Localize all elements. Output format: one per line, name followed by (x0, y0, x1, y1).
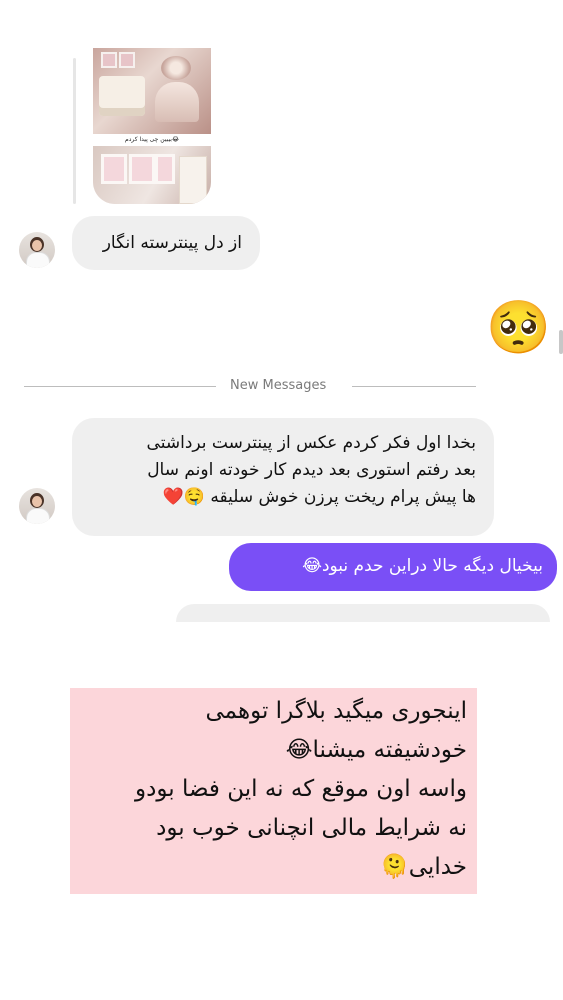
incoming-message-bubble[interactable]: بخدا اول فکر کردم عکس از پینترست برداشتی… (72, 418, 494, 536)
outgoing-message-bubble[interactable]: بیخیال دیگه حالا دراین حدم نبود😂 (229, 543, 557, 591)
sender-avatar[interactable] (19, 232, 55, 268)
reply-indicator-bar (73, 58, 76, 204)
partial-message-bubble (176, 604, 550, 622)
nursery-photo-top (93, 48, 211, 136)
caption-line: خودشیفته میشنا😂 (285, 737, 467, 763)
outgoing-emoji-message[interactable]: 🥺 (486, 296, 551, 360)
divider-line-left (24, 386, 216, 387)
cabinet (179, 156, 207, 204)
incoming-message-bubble[interactable]: از دل پینترسته انگار (72, 216, 260, 270)
shared-image-caption: بیبین چی پیدا کردم😂 (93, 134, 211, 146)
avatar-face (32, 240, 42, 251)
divider-line-right (352, 386, 476, 387)
canopy-bed (155, 82, 199, 122)
avatar-shirt (26, 508, 50, 524)
caption-line: نه شرایط مالی انچنانی خوب بود (156, 815, 467, 841)
caption-line: اینجوری میگید بلاگرا توهمی (205, 698, 467, 724)
message-text: بیخیال دیگه حالا دراین حدم نبود😂 (302, 556, 543, 576)
wall-frame (129, 154, 155, 184)
caption-text: اینجوری میگید بلاگرا توهمی خودشیفته میشن… (72, 692, 467, 887)
message-text: از دل پینترسته انگار (102, 233, 242, 253)
nursery-photo-bottom (93, 146, 211, 204)
wall-frame (101, 154, 127, 184)
caption-overlay: اینجوری میگید بلاگرا توهمی خودشیفته میشن… (70, 688, 477, 894)
sender-avatar[interactable] (19, 488, 55, 524)
message-line: ها پیش پرام ریخت پرزن خوش سلیقه 🤤❤️ (162, 487, 476, 507)
wall-frame (155, 154, 175, 184)
wall-frame (101, 52, 117, 68)
avatar-face (32, 496, 42, 507)
caption-line: واسه اون موقع که نه این فضا بودو (135, 776, 467, 802)
scrollbar-thumb[interactable] (559, 330, 563, 354)
message-line: بخدا اول فکر کردم عکس از پینترست برداشتی (146, 433, 476, 453)
crib (99, 76, 145, 116)
message-line: بعد رفتم استوری بعد دیدم کار خودته اونم … (147, 460, 476, 480)
caption-line: خدایی🫠 (380, 854, 467, 880)
chandelier (161, 56, 191, 80)
wall-frame (119, 52, 135, 68)
new-messages-label: New Messages (230, 378, 327, 393)
shared-image-message[interactable]: بیبین چی پیدا کردم😂 (93, 48, 211, 204)
avatar-shirt (26, 252, 50, 268)
